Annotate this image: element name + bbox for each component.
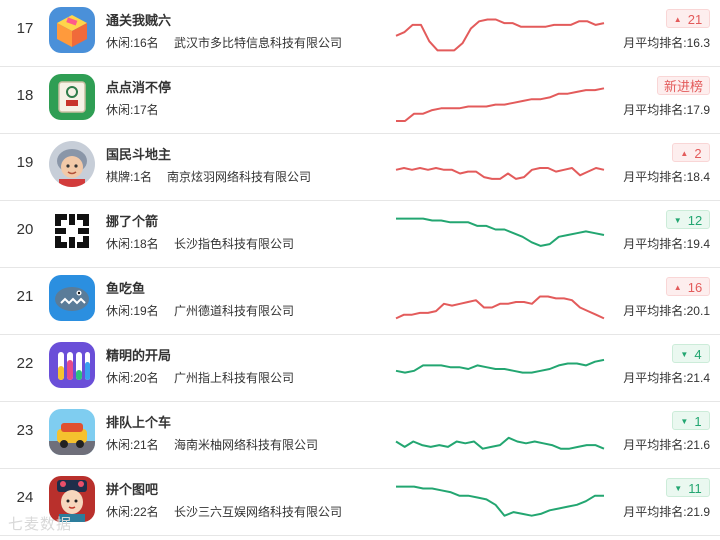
list-item[interactable]: 22 精明的开局 休闲:20名 广州指上科技有限公司 ▼ 4 月平均排名:21.4 [0, 335, 720, 402]
rank-number: 20 [16, 221, 34, 238]
category-rank: 休闲:20名 [106, 371, 159, 385]
up-arrow-icon: ▲ [680, 149, 689, 158]
new-entry-badge: 新进榜 [656, 76, 710, 95]
trend-sparkline [396, 217, 605, 247]
rank-number: 22 [16, 355, 34, 372]
rank-change-value: 4 [694, 347, 702, 362]
app-title[interactable]: 通关我贼六 [106, 10, 171, 29]
list-item[interactable]: 23 排队上个车 休闲:21名 海南米柚网络科技有限公司 ▼ 1 月平均排名:21… [0, 402, 720, 469]
shark-icon[interactable] [49, 275, 95, 321]
monthly-average-rank: 月平均排名:18.4 [623, 170, 710, 184]
rank-change-badge: ▼ 4 [672, 344, 710, 363]
rank-change-badge: ▲ 16 [666, 277, 710, 296]
rank-number: 24 [16, 489, 34, 506]
trend-sparkline [396, 87, 605, 122]
app-title[interactable]: 排队上个车 [106, 412, 171, 431]
rank-change-value: 11 [688, 481, 702, 496]
monthly-average-rank: 月平均排名:21.4 [623, 371, 710, 385]
developer-name[interactable]: 广州指上科技有限公司 [174, 369, 294, 386]
down-arrow-icon: ▼ [674, 484, 683, 493]
trend-line [395, 436, 605, 450]
monthly-average-rank: 月平均排名:19.4 [623, 237, 710, 251]
trend-line [396, 87, 605, 122]
developer-name[interactable]: 南京炫羽网络科技有限公司 [167, 168, 311, 185]
mahjong-tile-icon[interactable] [49, 74, 95, 120]
rank-change-value: 21 [687, 12, 703, 27]
developer-name[interactable]: 海南米柚网络科技有限公司 [174, 436, 318, 453]
rank-number: 18 [16, 87, 34, 104]
list-item[interactable]: 18 点点消不停 休闲:17名 新进榜 月平均排名:17.9 [0, 67, 720, 134]
trend-sparkline [395, 18, 605, 52]
monthly-average-rank: 月平均排名:21.9 [623, 505, 710, 519]
color-tubes-icon[interactable] [49, 342, 95, 388]
app-title[interactable]: 挪了个箭 [106, 211, 158, 230]
category-rank: 休闲:21名 [106, 438, 159, 452]
monthly-average-rank: 月平均排名:21.6 [623, 438, 710, 452]
puzzle-box-icon[interactable] [49, 7, 95, 53]
monthly-average-rank: 月平均排名:16.3 [623, 36, 710, 50]
rank-number: 23 [16, 422, 34, 439]
up-arrow-icon: ▲ [673, 15, 682, 24]
developer-name[interactable]: 广州德道科技有限公司 [174, 302, 294, 319]
list-item[interactable]: 24 拼个图吧 休闲:22名 长沙三六互娱网络科技有限公司 ▼ 11 月平均排名:… [0, 469, 720, 536]
trend-sparkline [395, 436, 605, 450]
poker-character-icon[interactable] [49, 141, 95, 187]
developer-name[interactable]: 武汉市多比特信息科技有限公司 [174, 34, 342, 51]
rank-change-value: 2 [694, 146, 702, 161]
developer-name[interactable]: 长沙三六互娱网络科技有限公司 [174, 503, 342, 520]
app-title[interactable]: 拼个图吧 [106, 479, 158, 498]
up-arrow-icon: ▲ [673, 283, 682, 292]
rank-change-value: 16 [687, 280, 703, 295]
down-arrow-icon: ▼ [680, 350, 689, 359]
rank-change-badge: ▲ 2 [672, 143, 710, 162]
trend-line [396, 485, 604, 517]
category-rank: 休闲:18名 [106, 237, 159, 251]
monthly-average-rank: 月平均排名:20.1 [623, 304, 710, 318]
category-rank: 休闲:22名 [106, 505, 159, 519]
category-rank: 休闲:19名 [106, 304, 159, 318]
list-item[interactable]: 20 挪了个箭 休闲:18名 长沙指色科技有限公司 ▼ 12 月平均排名:19.4 [0, 201, 720, 268]
trend-line [395, 295, 605, 320]
down-arrow-icon: ▼ [673, 216, 682, 225]
trend-line [395, 18, 605, 52]
app-title[interactable]: 国民斗地主 [106, 144, 171, 163]
category-rank: 休闲:17名 [106, 103, 159, 117]
traffic-car-icon[interactable] [49, 409, 95, 455]
rank-change-badge: ▼ 11 [666, 478, 710, 497]
list-item[interactable]: 19 国民斗地主 棋牌:1名 南京炫羽网络科技有限公司 ▲ 2 月平均排名:18.… [0, 134, 720, 201]
rank-number: 21 [16, 288, 34, 305]
rank-change-badge: ▲ 21 [666, 9, 710, 28]
rank-number: 17 [16, 20, 34, 37]
app-title[interactable]: 鱼吃鱼 [106, 278, 145, 297]
list-item[interactable]: 17 通关我贼六 休闲:16名 武汉市多比特信息科技有限公司 ▲ 21 月平均排名… [0, 0, 720, 67]
trend-line [395, 167, 605, 180]
app-title[interactable]: 精明的开局 [106, 345, 171, 364]
list-item[interactable]: 21 鱼吃鱼 休闲:19名 广州德道科技有限公司 ▲ 16 月平均排名:20.1 [0, 268, 720, 335]
trend-line [396, 217, 605, 247]
rank-number: 19 [16, 154, 34, 171]
category-rank: 棋牌:1名 [106, 170, 153, 184]
trend-sparkline [395, 295, 605, 320]
app-title[interactable]: 点点消不停 [106, 77, 171, 96]
rank-change-value: 1 [694, 414, 702, 429]
trend-sparkline [396, 485, 604, 517]
trend-sparkline [395, 358, 605, 374]
trend-sparkline [395, 167, 605, 180]
rank-change-badge: ▼ 1 [672, 411, 710, 430]
rank-change-badge: ▼ 12 [666, 210, 710, 229]
rank-change-value: 12 [687, 213, 703, 228]
arrow-maze-icon[interactable] [49, 208, 95, 254]
down-arrow-icon: ▼ [680, 417, 689, 426]
developer-name[interactable]: 长沙指色科技有限公司 [174, 235, 294, 252]
trend-line [395, 358, 605, 374]
monthly-average-rank: 月平均排名:17.9 [623, 103, 710, 117]
watermark: 七麦数据 [8, 516, 73, 533]
category-rank: 休闲:16名 [106, 36, 159, 50]
